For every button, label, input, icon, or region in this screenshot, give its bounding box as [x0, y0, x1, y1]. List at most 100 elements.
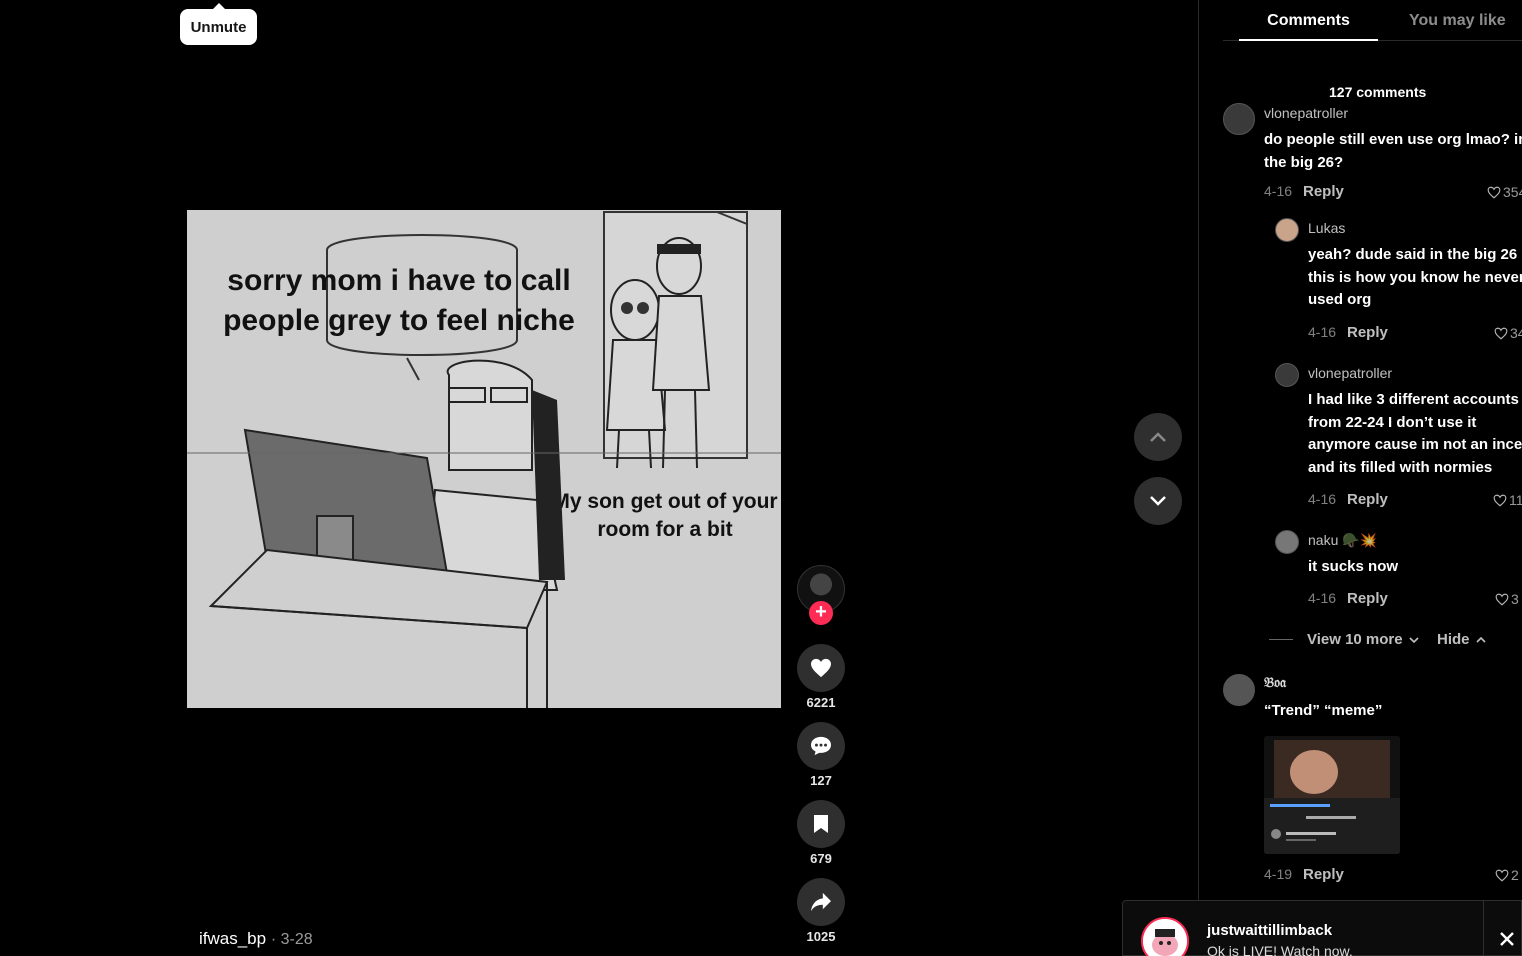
- comment-like-count: 11: [1509, 492, 1522, 508]
- reply-button[interactable]: Reply: [1303, 866, 1344, 883]
- bookmark-icon: [814, 815, 828, 833]
- comment-text-line: yeah? dude said in the big 26: [1308, 246, 1518, 263]
- comment-date: 4-16: [1308, 491, 1337, 507]
- comment-text-line: do people still even use org lmao? in: [1264, 131, 1522, 148]
- post-date: · 3-28: [270, 931, 313, 948]
- meme-image: sorry mom i have to call people grey to …: [187, 210, 781, 708]
- close-icon: [1500, 932, 1514, 946]
- comment-date: 4-16: [1308, 590, 1337, 606]
- tab-you-may-like[interactable]: You may like: [1409, 12, 1506, 30]
- previous-video-button[interactable]: [1134, 413, 1182, 461]
- comment-date: 4-16: [1308, 324, 1337, 340]
- save-button[interactable]: [797, 800, 845, 848]
- view-more-label: View 10 more: [1307, 631, 1403, 648]
- chevron-up-icon: [1150, 432, 1166, 442]
- comment-like-count: 3: [1511, 591, 1519, 607]
- comment-like-button[interactable]: 2: [1495, 867, 1519, 883]
- tab-comments[interactable]: Comments: [1239, 12, 1378, 41]
- heart-icon: [811, 658, 831, 678]
- avatar[interactable]: [1275, 218, 1299, 242]
- like-button[interactable]: [797, 644, 845, 692]
- meme-caption-line-3: My son get out of your: [552, 490, 777, 513]
- comment-bubble-icon: [811, 736, 831, 756]
- meme-caption-line-2: people grey to feel niche: [223, 304, 575, 337]
- comment-text-line: this is how you know he never: [1308, 268, 1522, 286]
- chevron-up-icon: [1475, 636, 1486, 643]
- comment-text: I had like 3 different accounts from 22-…: [1308, 389, 1522, 479]
- comment-attached-image[interactable]: [1264, 736, 1400, 854]
- comment-text-line: and its filled with normies: [1308, 458, 1493, 476]
- next-video-button[interactable]: [1134, 477, 1182, 525]
- author-name[interactable]: ifwas_bp: [199, 929, 266, 948]
- heart-outline-icon: [1494, 327, 1508, 340]
- heart-outline-icon: [1493, 494, 1507, 507]
- comment-text-line: “Trend” “meme”: [1264, 702, 1383, 719]
- comment-button[interactable]: [797, 722, 845, 770]
- comment-text: “Trend” “meme”: [1264, 700, 1382, 723]
- live-avatar[interactable]: [1141, 917, 1189, 956]
- screenshot-thumbnail: [1264, 736, 1400, 854]
- reply-button[interactable]: Reply: [1347, 590, 1388, 607]
- comment-text-line: anymore cause im not an incel: [1308, 436, 1522, 453]
- author-line: ifwas_bp · 3-28: [199, 929, 313, 949]
- chevron-down-icon: [1409, 636, 1419, 643]
- comment-like-button[interactable]: 3: [1495, 591, 1519, 607]
- comment-like-button[interactable]: 34: [1494, 325, 1522, 341]
- unmute-button[interactable]: Unmute: [180, 3, 257, 45]
- follow-button[interactable]: +: [809, 601, 833, 625]
- reply-button[interactable]: Reply: [1347, 324, 1388, 341]
- live-subtitle: Ok is LIVE! Watch now.: [1207, 943, 1353, 956]
- live-notification-banner[interactable]: justwaittillimback Ok is LIVE! Watch now…: [1122, 900, 1522, 956]
- meme-caption-line-1: sorry mom i have to call: [227, 264, 570, 297]
- comment-text: yeah? dude said in the big 26 this is ho…: [1308, 244, 1522, 312]
- divider: [1483, 901, 1484, 956]
- divider-line: [1269, 639, 1293, 640]
- comment-like-count: 2: [1511, 867, 1519, 883]
- comment-text: do people still even use org lmao? in th…: [1264, 129, 1522, 174]
- comment-username[interactable]: naku 🪖💥: [1308, 532, 1377, 549]
- meme-caption-line-4: room for a bit: [597, 518, 732, 541]
- chevron-down-icon: [1150, 496, 1166, 506]
- hide-replies-button[interactable]: Hide: [1437, 631, 1486, 648]
- comment-text-line: from 22-24 I don’t use it: [1308, 413, 1477, 431]
- like-count: 6221: [806, 695, 836, 710]
- comment-username[interactable]: vlonepatroller: [1264, 105, 1348, 121]
- close-banner-button[interactable]: [1499, 929, 1515, 951]
- comment-count-label: 127: [810, 773, 832, 788]
- save-count: 679: [810, 851, 832, 866]
- avatar[interactable]: [1223, 674, 1255, 706]
- avatar[interactable]: [1275, 363, 1299, 387]
- heart-outline-icon: [1495, 593, 1509, 606]
- comment-username[interactable]: 𝔅𝔬𝔞: [1264, 675, 1286, 691]
- comment-username[interactable]: Lukas: [1308, 220, 1345, 236]
- avatar[interactable]: [1275, 530, 1299, 554]
- video-player[interactable]: sorry mom i have to call people grey to …: [187, 210, 781, 708]
- heart-outline-icon: [1487, 186, 1501, 199]
- panel-tabs: Comments You may like: [1223, 0, 1522, 41]
- reply-button[interactable]: Reply: [1303, 183, 1344, 200]
- comment-text-line: I had like 3 different accounts: [1308, 391, 1519, 408]
- reply-button[interactable]: Reply: [1347, 491, 1388, 508]
- comment-text: it sucks now: [1308, 556, 1398, 579]
- live-username[interactable]: justwaittillimback: [1207, 922, 1332, 939]
- avatar[interactable]: [1223, 103, 1255, 135]
- view-more-replies-button[interactable]: View 10 more: [1269, 631, 1419, 648]
- comment-like-count: 354: [1503, 184, 1522, 200]
- hide-label: Hide: [1437, 631, 1470, 648]
- share-count: 1025: [806, 929, 836, 944]
- live-user-avatar-image: [1143, 919, 1187, 956]
- comment-text-line: used org: [1308, 291, 1372, 308]
- comment-date: 4-19: [1264, 866, 1293, 882]
- comment-text-line: the big 26?: [1264, 153, 1344, 171]
- comment-text-line: it sucks now: [1308, 558, 1399, 575]
- comment-like-count: 34: [1510, 325, 1522, 341]
- comment-like-button[interactable]: 354: [1487, 184, 1522, 200]
- comments-panel: Comments You may like 127 comments vlone…: [1198, 0, 1522, 956]
- share-button[interactable]: [797, 878, 845, 926]
- comment-count: 127 comments: [1329, 84, 1427, 100]
- comment-like-button[interactable]: 11: [1493, 492, 1522, 508]
- share-arrow-icon: [811, 892, 831, 912]
- heart-outline-icon: [1495, 869, 1509, 882]
- comment-username[interactable]: vlonepatroller: [1308, 365, 1392, 381]
- comment-date: 4-16: [1264, 183, 1293, 199]
